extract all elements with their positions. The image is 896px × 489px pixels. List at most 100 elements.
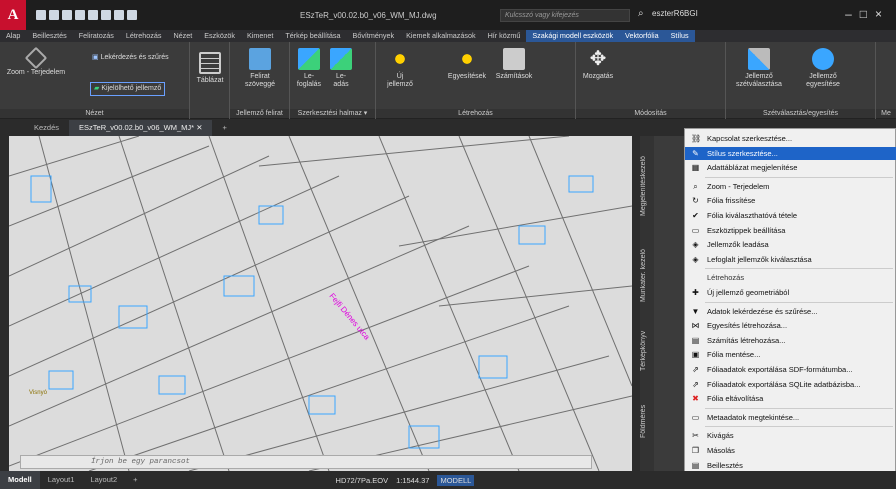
move-button[interactable]: ✥ Mozgatás xyxy=(580,48,616,81)
ribbon-tab[interactable]: Alap xyxy=(0,30,26,42)
tab-map-book[interactable]: Térképkönyv xyxy=(640,321,654,381)
query-filter-button[interactable]: ▣ Lekérdezés és szűrés xyxy=(92,54,169,62)
menu-item[interactable]: ▭ Eszköztippek beállítása xyxy=(685,224,896,237)
menu-item[interactable]: ▦ Adattáblázat megjelenítése xyxy=(685,161,896,174)
ribbon-tab[interactable]: Szakági modell eszközök xyxy=(526,30,620,42)
print-icon[interactable] xyxy=(101,10,111,20)
tab-workspace-manager[interactable]: Munkater. kezelő xyxy=(640,236,654,316)
document-title: ESzTeR_v00.02.b0_v06_WM_MJ.dwg xyxy=(300,11,437,20)
ribbon-tab[interactable]: Kiemelt alkalmazások xyxy=(400,30,482,42)
label-to-text-button[interactable]: Felirat szöveggé xyxy=(235,48,285,89)
search-input[interactable]: Kulcsszó vagy kifejezés xyxy=(500,9,630,22)
menu-item[interactable]: ▤ Beillesztés xyxy=(685,459,896,472)
menu-item-label: Fólia mentése... xyxy=(707,350,761,360)
tab-layout1[interactable]: Layout1 xyxy=(40,471,83,489)
new-feature-button[interactable]: Új jellemző xyxy=(384,48,416,89)
title-bar: A ESzTeR_v00.02.b0_v06_WM_MJ.dwg Kulcssz… xyxy=(0,0,896,30)
ribbon-tab[interactable]: Feliratozás xyxy=(73,30,120,42)
menu-item[interactable]: ⛓ Kapcsolat szerkesztése... xyxy=(685,132,896,145)
tab-drawing[interactable]: ESzTeR_v00.02.b0_v06_WM_MJ* ✕ xyxy=(69,120,213,136)
ribbon-tab[interactable]: Hír közmű xyxy=(482,30,527,42)
tab-display-manager[interactable]: Megjelenítéskezelő xyxy=(640,146,654,226)
ribbon-tab[interactable]: Stílus xyxy=(664,30,695,42)
menu-item[interactable]: ◈ Jellemzők leadása xyxy=(685,238,896,251)
ribbon-tab[interactable]: Nézet xyxy=(167,30,198,42)
status-bar: Modell Layout1 Layout2 + HD72/7Pa.EOV 1:… xyxy=(0,471,896,489)
menu-item[interactable]: ✎ Stílus szerkesztése... xyxy=(685,146,896,160)
scale-display[interactable]: 1:1544.37 xyxy=(396,476,429,485)
search-icon[interactable]: ⌕ xyxy=(638,8,644,19)
ribbon-group-label[interactable]: Szerkesztési halmaz ▾ xyxy=(290,109,375,118)
table-button[interactable]: Táblázat xyxy=(192,52,228,85)
menu-item[interactable]: ⇗ Fóliaadatok exportálása SDF-formátumba.… xyxy=(685,363,896,376)
menu-item[interactable]: ✚ Új jellemző geometriából xyxy=(685,286,896,299)
release-button[interactable]: Le- adás xyxy=(326,48,356,89)
ribbon-tab[interactable]: Eszközök xyxy=(198,30,241,42)
save-icon[interactable] xyxy=(62,10,72,20)
new-feature-line2: jellemző xyxy=(387,81,413,88)
menu-item[interactable]: ▼ Adatok lekérdezése és szűrése... xyxy=(685,305,896,318)
redo-icon[interactable] xyxy=(127,10,137,20)
tab-layout2[interactable]: Layout2 xyxy=(82,471,125,489)
coordinate-system[interactable]: HD72/7Pa.EOV xyxy=(336,476,389,485)
menu-item[interactable]: ✖ Fólia eltávolítása xyxy=(685,392,896,405)
close-icon[interactable]: ✕ xyxy=(196,123,202,132)
table-label: Táblázat xyxy=(196,77,224,84)
undo-icon[interactable] xyxy=(114,10,124,20)
unions-button[interactable]: Egyesítések xyxy=(444,48,490,81)
menu-item[interactable]: ▭ Metaadatok megtekintése... xyxy=(685,411,896,424)
user-name[interactable]: eszterR6BGI xyxy=(652,9,698,18)
saveas-icon[interactable] xyxy=(75,10,85,20)
menu-item-label: Zoom - Terjedelem xyxy=(707,181,770,191)
ribbon-tab[interactable]: Beillesztés xyxy=(26,30,72,42)
ribbon-tab[interactable]: Kimenet xyxy=(241,30,279,42)
new-icon[interactable] xyxy=(36,10,46,20)
split-feature-button[interactable]: Jellemző szétválasztása xyxy=(734,48,784,89)
tab-model[interactable]: Modell xyxy=(0,471,40,489)
ribbon-group-label: Szétválasztás/egyesítés xyxy=(726,109,875,118)
ribbon-tab[interactable]: Térkép beállítása xyxy=(279,30,346,42)
tab-start[interactable]: Kezdés xyxy=(24,120,69,136)
ribbon-tab[interactable]: Létrehozás xyxy=(120,30,168,42)
menu-item[interactable]: ⋈ Egyesítés létrehozása... xyxy=(685,319,896,332)
tab-survey[interactable]: Földmérés xyxy=(640,391,654,451)
map-canvas[interactable]: Fejfi Dénes utca Visnyó xyxy=(9,136,632,471)
menu-item[interactable]: ✂ Kivágás xyxy=(685,429,896,442)
menu-item[interactable]: ▣ Fólia mentése... xyxy=(685,348,896,361)
menu-item[interactable]: ↻ Fólia frissítése xyxy=(685,194,896,207)
menu-item[interactable]: ⇗ Fóliaadatok exportálása SQLite adatbázi… xyxy=(685,378,896,391)
ribbon-group-more: Me xyxy=(876,42,896,119)
menu-item[interactable]: ▤ Számítás létrehozása... xyxy=(685,334,896,347)
menu-item[interactable]: ✔ Fólia kiválaszthatóvá tétele xyxy=(685,209,896,222)
save-icon: ▣ xyxy=(691,350,700,360)
menu-item-label: Jellemzők leadása xyxy=(707,240,769,250)
ribbon-tab[interactable]: Vektorfólia xyxy=(619,30,665,42)
ribbon-tab[interactable]: Bővítmények xyxy=(347,30,401,42)
merge-feature-button[interactable]: Jellemző egyesítése xyxy=(798,48,848,89)
open-icon[interactable] xyxy=(49,10,59,20)
plot-icon[interactable] xyxy=(88,10,98,20)
task-pane xyxy=(654,136,684,471)
menu-item[interactable]: ⌕ Zoom - Terjedelem xyxy=(685,180,896,193)
command-input[interactable]: Írjon be egy parancsot xyxy=(20,455,592,469)
app-logo[interactable]: A xyxy=(0,0,26,30)
menu-item-label: Fólia frissítése xyxy=(707,196,756,206)
selectable-feature-button[interactable]: ▰ Kijelölhető jellemző xyxy=(90,82,166,96)
filter-icon: ▼ xyxy=(691,306,700,316)
ribbon: Zoom - Terjedelem ▣ Lekérdezés és szűrés… xyxy=(0,42,896,119)
calculations-button[interactable]: Számítások xyxy=(492,48,536,81)
export-sdf-icon: ⇗ xyxy=(692,365,699,374)
space-toggle[interactable]: MODELL xyxy=(437,474,475,486)
menu-item[interactable]: ◈ Lefoglalt jellemzők kiválasztása xyxy=(685,253,896,266)
move-icon: ✥ xyxy=(589,48,607,70)
lock-button[interactable]: Le- foglalás xyxy=(294,48,324,89)
lock-line1: Le- xyxy=(303,73,315,80)
calculation-icon xyxy=(503,48,525,70)
add-tab-button[interactable]: + xyxy=(212,120,236,136)
remove-icon: ✖ xyxy=(692,394,699,404)
add-layout-button[interactable]: + xyxy=(125,471,145,489)
zoom-extent-button[interactable]: Zoom - Terjedelem xyxy=(6,46,66,77)
tab-drawing-label: ESzTeR_v00.02.b0_v06_WM_MJ* xyxy=(79,123,195,132)
window-controls[interactable]: –□× xyxy=(845,7,890,21)
menu-item[interactable]: ❐ Másolás xyxy=(685,444,896,457)
